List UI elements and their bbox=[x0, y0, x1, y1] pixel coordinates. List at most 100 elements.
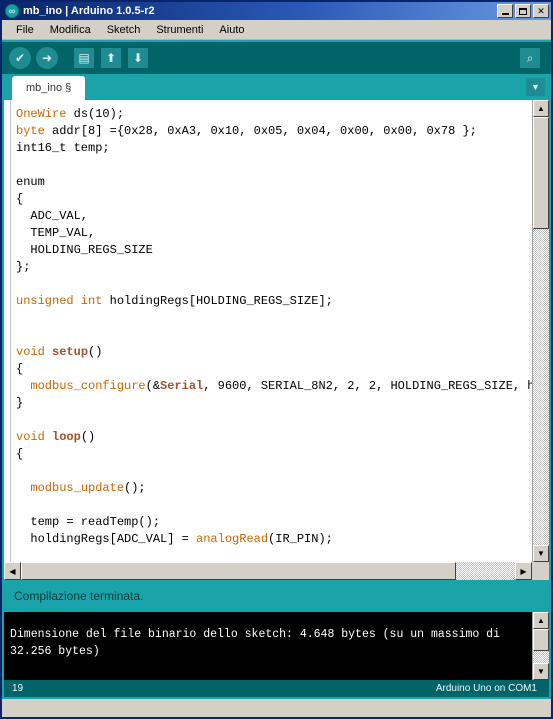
code-line: { bbox=[16, 446, 532, 463]
code-token-kw: OneWire bbox=[16, 107, 67, 121]
code-line: modbus_configure(&Serial, 9600, SERIAL_8… bbox=[16, 378, 532, 395]
console-scroll-up-icon[interactable]: ▲ bbox=[533, 612, 549, 629]
code-token: { bbox=[16, 362, 24, 376]
code-text-area[interactable]: OneWire ds(10); byte addr[8] ={0x28, 0xA3… bbox=[11, 100, 532, 562]
console-output: Dimensione del file binario dello sketch… bbox=[10, 628, 500, 658]
code-line: byte addr[8] ={0x28, 0xA3, 0x10, 0x05, 0… bbox=[16, 123, 532, 140]
code-token: int16_t temp; bbox=[16, 141, 110, 155]
code-token-fn: modbus_configure bbox=[30, 379, 146, 393]
scrollbar-corner bbox=[532, 562, 549, 580]
code-token: () bbox=[80, 430, 96, 444]
menu-item-modifica[interactable]: Modifica bbox=[42, 22, 99, 38]
arrow-right-icon: ➜ bbox=[36, 47, 58, 69]
menu-item-file[interactable]: File bbox=[8, 22, 42, 38]
upload-button[interactable]: ➜ bbox=[35, 46, 59, 70]
code-token: } bbox=[16, 396, 24, 410]
code-token: addr[8] ={0x28, 0xA3, 0x10, 0x05, 0x04, … bbox=[44, 124, 477, 138]
new-sketch-button[interactable]: ▤ bbox=[72, 46, 96, 70]
console-vscroll-track[interactable] bbox=[533, 629, 549, 663]
code-token-kw: void bbox=[16, 430, 45, 444]
verify-button[interactable]: ✔ bbox=[8, 46, 32, 70]
code-token: enum bbox=[16, 175, 45, 189]
check-icon: ✔ bbox=[9, 47, 31, 69]
close-button[interactable]: ✕ bbox=[533, 4, 549, 18]
vscroll-thumb[interactable] bbox=[533, 117, 549, 229]
maximize-button[interactable] bbox=[515, 4, 531, 18]
code-token: temp = readTemp(); bbox=[16, 515, 161, 529]
minimize-button[interactable] bbox=[497, 4, 513, 18]
code-line: } bbox=[16, 395, 532, 412]
serial-monitor-button[interactable]: ⌕ bbox=[518, 46, 542, 70]
editor-horizontal-scrollbar[interactable]: ◀ ▶ bbox=[2, 562, 551, 580]
code-token: (); bbox=[124, 481, 146, 495]
code-line: void loop() bbox=[16, 429, 532, 446]
code-line: ADC_VAL, bbox=[16, 208, 532, 225]
menu-item-sketch[interactable]: Sketch bbox=[99, 22, 149, 38]
toolbar: ✔ ➜ ▤ ⬆ ⬇ ⌕ bbox=[2, 40, 551, 74]
code-token-bfn: setup bbox=[52, 345, 89, 359]
code-token: (& bbox=[145, 379, 161, 393]
status-bar: 19 Arduino Uno on COM1 bbox=[2, 680, 551, 699]
hscroll-thumb[interactable] bbox=[21, 562, 456, 580]
menu-bar: File Modifica Sketch Strumenti Aiuto bbox=[2, 20, 551, 40]
console-vscroll-thumb[interactable] bbox=[533, 629, 549, 651]
code-line: { bbox=[16, 361, 532, 378]
console-vertical-scrollbar[interactable]: ▲ ▼ bbox=[532, 612, 549, 680]
code-token-bfn: Serial bbox=[160, 379, 204, 393]
open-sketch-button[interactable]: ⬆ bbox=[99, 46, 123, 70]
code-line: enum bbox=[16, 174, 532, 191]
window-controls: ✕ bbox=[497, 4, 549, 18]
code-token: () bbox=[88, 345, 103, 359]
code-line: OneWire ds(10); bbox=[16, 106, 532, 123]
magnifier-icon: ⌕ bbox=[520, 48, 540, 68]
console-panel: Dimensione del file binario dello sketch… bbox=[2, 612, 551, 680]
document-icon: ▤ bbox=[74, 48, 94, 68]
tab-mb-ino[interactable]: mb_ino § bbox=[12, 76, 86, 100]
code-line: }; bbox=[16, 259, 532, 276]
arduino-infinity-icon: ∞ bbox=[5, 4, 19, 18]
code-line: TEMP_VAL, bbox=[16, 225, 532, 242]
title-bar: ∞ mb_ino | Arduino 1.0.5-r2 ✕ bbox=[2, 2, 551, 20]
hscroll-track[interactable] bbox=[21, 562, 515, 580]
scroll-up-icon[interactable]: ▲ bbox=[533, 100, 549, 117]
menu-item-aiuto[interactable]: Aiuto bbox=[211, 22, 252, 38]
code-token-bfn: loop bbox=[52, 430, 81, 444]
menu-item-strumenti[interactable]: Strumenti bbox=[148, 22, 211, 38]
code-line: modbus_update(); bbox=[16, 480, 532, 497]
code-editor: OneWire ds(10); byte addr[8] ={0x28, 0xA3… bbox=[2, 100, 551, 562]
line-number-indicator: 19 bbox=[12, 683, 24, 694]
code-token: holdingRegs[ADC_VAL] = bbox=[16, 532, 197, 546]
code-line: temp = readTemp(); bbox=[16, 514, 532, 531]
code-token: ds(10); bbox=[66, 107, 125, 121]
code-token-kw: byte bbox=[16, 124, 45, 138]
code-line: void setup() bbox=[16, 344, 532, 361]
console-scroll-down-icon[interactable]: ▼ bbox=[533, 663, 549, 680]
scroll-left-icon[interactable]: ◀ bbox=[4, 562, 21, 580]
code-line: { bbox=[16, 191, 532, 208]
code-token: { bbox=[16, 192, 24, 206]
code-line: HOLDING_REGS_SIZE bbox=[16, 242, 532, 259]
code-token: holdingRegs[HOLDING_REGS_SIZE]; bbox=[102, 294, 333, 308]
vscroll-track[interactable] bbox=[533, 117, 549, 545]
code-token-kw: unsigned int bbox=[16, 294, 103, 308]
chevron-down-icon[interactable]: ▼ bbox=[526, 78, 545, 96]
code-line: int16_t temp; bbox=[16, 140, 532, 157]
arrow-down-icon: ⬇ bbox=[128, 48, 148, 68]
code-token: (IR_PIN); bbox=[268, 532, 333, 546]
scroll-down-icon[interactable]: ▼ bbox=[533, 545, 549, 562]
compile-status-message: Compilazione terminata. bbox=[2, 580, 551, 612]
save-sketch-button[interactable]: ⬇ bbox=[126, 46, 150, 70]
arduino-ide-window: ∞ mb_ino | Arduino 1.0.5-r2 ✕ File Modif… bbox=[0, 0, 553, 719]
editor-vertical-scrollbar[interactable]: ▲ ▼ bbox=[532, 100, 549, 562]
arrow-up-icon: ⬆ bbox=[101, 48, 121, 68]
code-token: }; bbox=[16, 260, 31, 274]
scroll-right-icon[interactable]: ▶ bbox=[515, 562, 532, 580]
